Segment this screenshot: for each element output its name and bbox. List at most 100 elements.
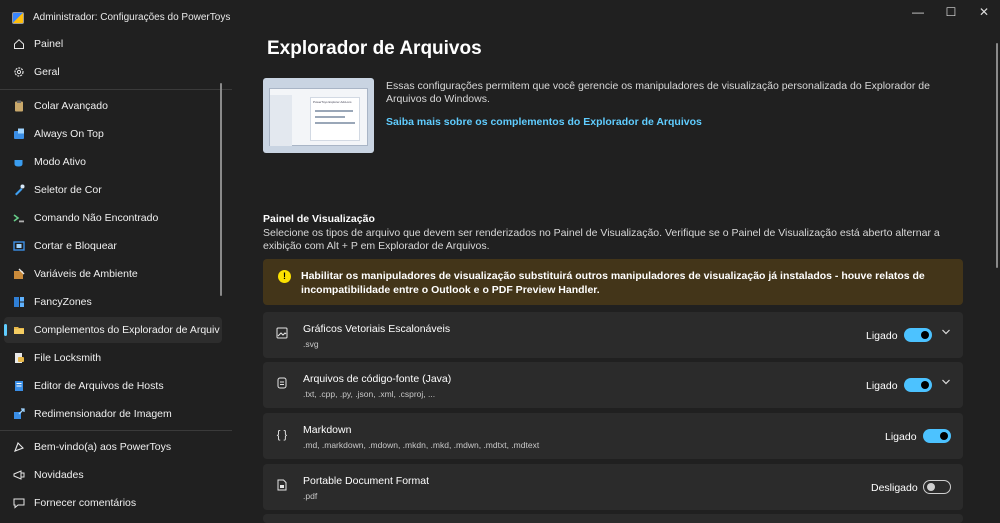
window-title: Administrador: Configurações do PowerToy…: [33, 12, 231, 23]
feedback-icon: [12, 497, 25, 510]
warning-text: Habilitar os manipuladores de visualizaç…: [301, 270, 925, 296]
hero-text-line: [315, 122, 355, 124]
nav-label: Fornecer comentários: [34, 497, 137, 509]
nav-item-bem-vindo[interactable]: Bem-vindo(a) aos PowerToys: [4, 434, 222, 460]
maximize-button[interactable]: ☐: [937, 4, 965, 20]
nav-item-painel[interactable]: Painel: [4, 31, 222, 57]
toggle-state-label: Ligado: [866, 330, 898, 342]
nav-item-redimensionador-imagem[interactable]: Redimensionador de Imagem: [4, 401, 222, 427]
hero-text-line: [315, 116, 345, 118]
close-button[interactable]: ✕: [970, 4, 998, 20]
code-file-icon: [275, 377, 289, 391]
hosts-file-icon: [12, 380, 25, 393]
nav-label: FancyZones: [34, 296, 92, 308]
handler-card-pdf[interactable]: Portable Document Format .pdf Desligado: [263, 464, 963, 510]
nav-item-comando-nao-encontrado[interactable]: Comando Não Encontrado: [4, 205, 222, 231]
sidebar-nav: Painel Geral Colar Avançado Always On To…: [0, 30, 232, 523]
gear-icon: [12, 66, 25, 79]
crop-lock-icon: [12, 240, 25, 253]
minimize-button[interactable]: —: [904, 4, 932, 20]
fancyzones-icon: [12, 296, 25, 309]
image-icon: [275, 327, 289, 341]
page-title: Explorador de Arquivos: [267, 38, 482, 59]
nav-label: Variáveis de Ambiente: [34, 268, 138, 280]
handler-card-svg[interactable]: Gráficos Vetoriais Escalonáveis .svg Lig…: [263, 312, 963, 358]
handler-extensions: .txt, .cpp, .py, .json, .xml, .csproj, .…: [303, 389, 436, 399]
chevron-down-icon[interactable]: [940, 327, 952, 341]
section-description: Selecione os tipos de arquivo que devem …: [263, 227, 940, 252]
nav-item-modo-ativo[interactable]: Modo Ativo: [4, 149, 222, 175]
nav-label: Cortar e Bloquear: [34, 240, 117, 252]
section-title-preview-pane: Painel de Visualização: [263, 213, 375, 225]
nav-item-complementos-explorador[interactable]: Complementos do Explorador de Arquivos: [4, 317, 222, 343]
handler-card-source-code[interactable]: Arquivos de código-fonte (Java) .txt, .c…: [263, 362, 963, 408]
nav-item-editor-hosts[interactable]: Editor de Arquivos de Hosts: [4, 373, 222, 399]
pdf-preview-toggle[interactable]: [923, 480, 951, 494]
handler-extensions: .pdf: [303, 491, 318, 501]
hero-image-title: PowerToys Explorer Add-ons: [313, 100, 352, 104]
braces-icon: { }: [276, 429, 288, 441]
nav-item-comentarios[interactable]: Fornecer comentários: [4, 490, 222, 516]
warning-infobar: ! Habilitar os manipuladores de visualiz…: [263, 259, 963, 305]
handler-title: Markdown: [303, 424, 352, 436]
nav-label: Bem-vindo(a) aos PowerToys: [34, 441, 172, 453]
powertoys-app-icon: [12, 12, 24, 24]
main-scrollbar[interactable]: [996, 43, 998, 268]
hero-preview-pane: PowerToys Explorer Add-ons: [310, 97, 360, 141]
hero-window-sidebar: [270, 95, 292, 146]
title-bar: Administrador: Configurações do PowerToy…: [0, 0, 1000, 34]
toggle-state-label: Ligado: [885, 431, 917, 443]
nav-item-colar-avancado[interactable]: Colar Avançado: [4, 93, 222, 119]
warning-icon: !: [278, 270, 291, 283]
lock-icon: [12, 352, 25, 365]
folder-icon: [12, 324, 25, 337]
nav-label: File Locksmith: [34, 352, 102, 364]
nav-item-file-locksmith[interactable]: File Locksmith: [4, 345, 222, 371]
chevron-down-icon[interactable]: [940, 377, 952, 391]
handler-card-next-partial[interactable]: [263, 514, 963, 523]
svg-preview-toggle[interactable]: [904, 328, 932, 342]
awake-cup-icon: [12, 156, 25, 169]
handler-extensions: .svg: [303, 339, 319, 349]
markdown-preview-toggle[interactable]: [923, 429, 951, 443]
pin-window-icon: [12, 128, 25, 141]
image-resize-icon: [12, 408, 25, 421]
nav-label: Redimensionador de Imagem: [34, 408, 172, 420]
nav-label: Complementos do Explorador de Arquivos: [34, 324, 220, 336]
hero-window-illustration: PowerToys Explorer Add-ons: [269, 88, 368, 146]
nav-label: Always On Top: [34, 128, 104, 140]
handler-title: Gráficos Vetoriais Escalonáveis: [303, 323, 451, 335]
news-icon: [12, 469, 25, 482]
sidebar-divider: [0, 430, 232, 431]
nav-item-variaveis-de-ambiente[interactable]: Variáveis de Ambiente: [4, 261, 222, 287]
nav-label: Geral: [34, 66, 60, 78]
handler-card-markdown[interactable]: { } Markdown .md, .markdown, .mdown, .mk…: [263, 413, 963, 459]
nav-item-fancyzones[interactable]: FancyZones: [4, 289, 222, 315]
nav-item-geral[interactable]: Geral: [4, 59, 222, 85]
welcome-icon: [12, 441, 25, 454]
nav-item-cortar-e-bloquear[interactable]: Cortar e Bloquear: [4, 233, 222, 259]
nav-item-novidades[interactable]: Novidades: [4, 462, 222, 488]
nav-label: Seletor de Cor: [34, 184, 102, 196]
nav-item-always-on-top[interactable]: Always On Top: [4, 121, 222, 147]
learn-more-link[interactable]: Saiba mais sobre os complementos do Expl…: [386, 116, 702, 128]
source-code-preview-toggle[interactable]: [904, 378, 932, 392]
color-picker-icon: [12, 184, 25, 197]
nav-label: Comando Não Encontrado: [34, 212, 159, 224]
nav-label: Editor de Arquivos de Hosts: [34, 380, 164, 392]
sidebar-divider: [0, 89, 232, 90]
home-icon: [12, 38, 25, 51]
toggle-state-label: Desligado: [871, 482, 918, 494]
nav-item-seletor-de-cor[interactable]: Seletor de Cor: [4, 177, 222, 203]
clipboard-icon: [12, 100, 25, 113]
nav-label: Colar Avançado: [34, 100, 108, 112]
nav-label: Novidades: [34, 469, 84, 481]
handler-extensions: .md, .markdown, .mdown, .mkdn, .mkd, .md…: [303, 440, 540, 450]
hero-text-line: [315, 110, 353, 112]
nav-label: Painel: [34, 38, 64, 50]
handler-title: Arquivos de código-fonte (Java): [303, 373, 452, 385]
toggle-state-label: Ligado: [866, 380, 898, 392]
command-icon: [12, 212, 25, 225]
page-description: Essas configurações permitem que você ge…: [386, 80, 930, 105]
hero-image: PowerToys Explorer Add-ons: [263, 78, 374, 153]
